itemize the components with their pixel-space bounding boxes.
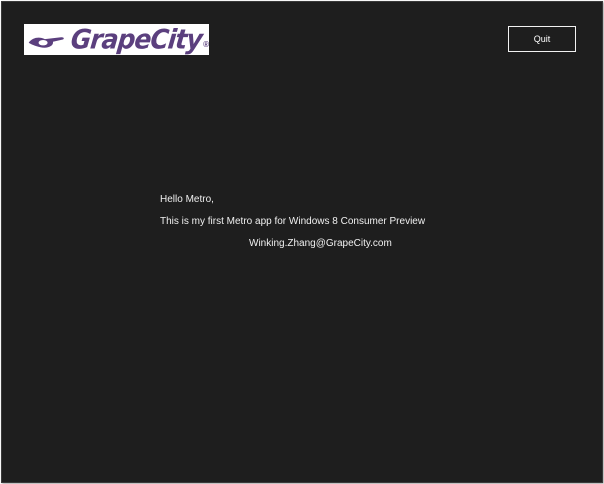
message-text: This is my first Metro app for Windows 8… [160, 216, 426, 227]
grapecity-logo: GrapeCity ® [24, 24, 209, 55]
logo-registered-mark: ® [203, 40, 209, 49]
greeting-text: Hello Metro, [160, 194, 214, 205]
logo-text: GrapeCity [69, 23, 204, 56]
app-window: GrapeCity ® Quit Hello Metro, This is my… [1, 1, 603, 483]
grapecity-logo-mark-icon [28, 36, 64, 48]
signature-text: Winking.Zhang@GrapeCity.com [249, 238, 392, 249]
quit-button[interactable]: Quit [508, 26, 576, 52]
